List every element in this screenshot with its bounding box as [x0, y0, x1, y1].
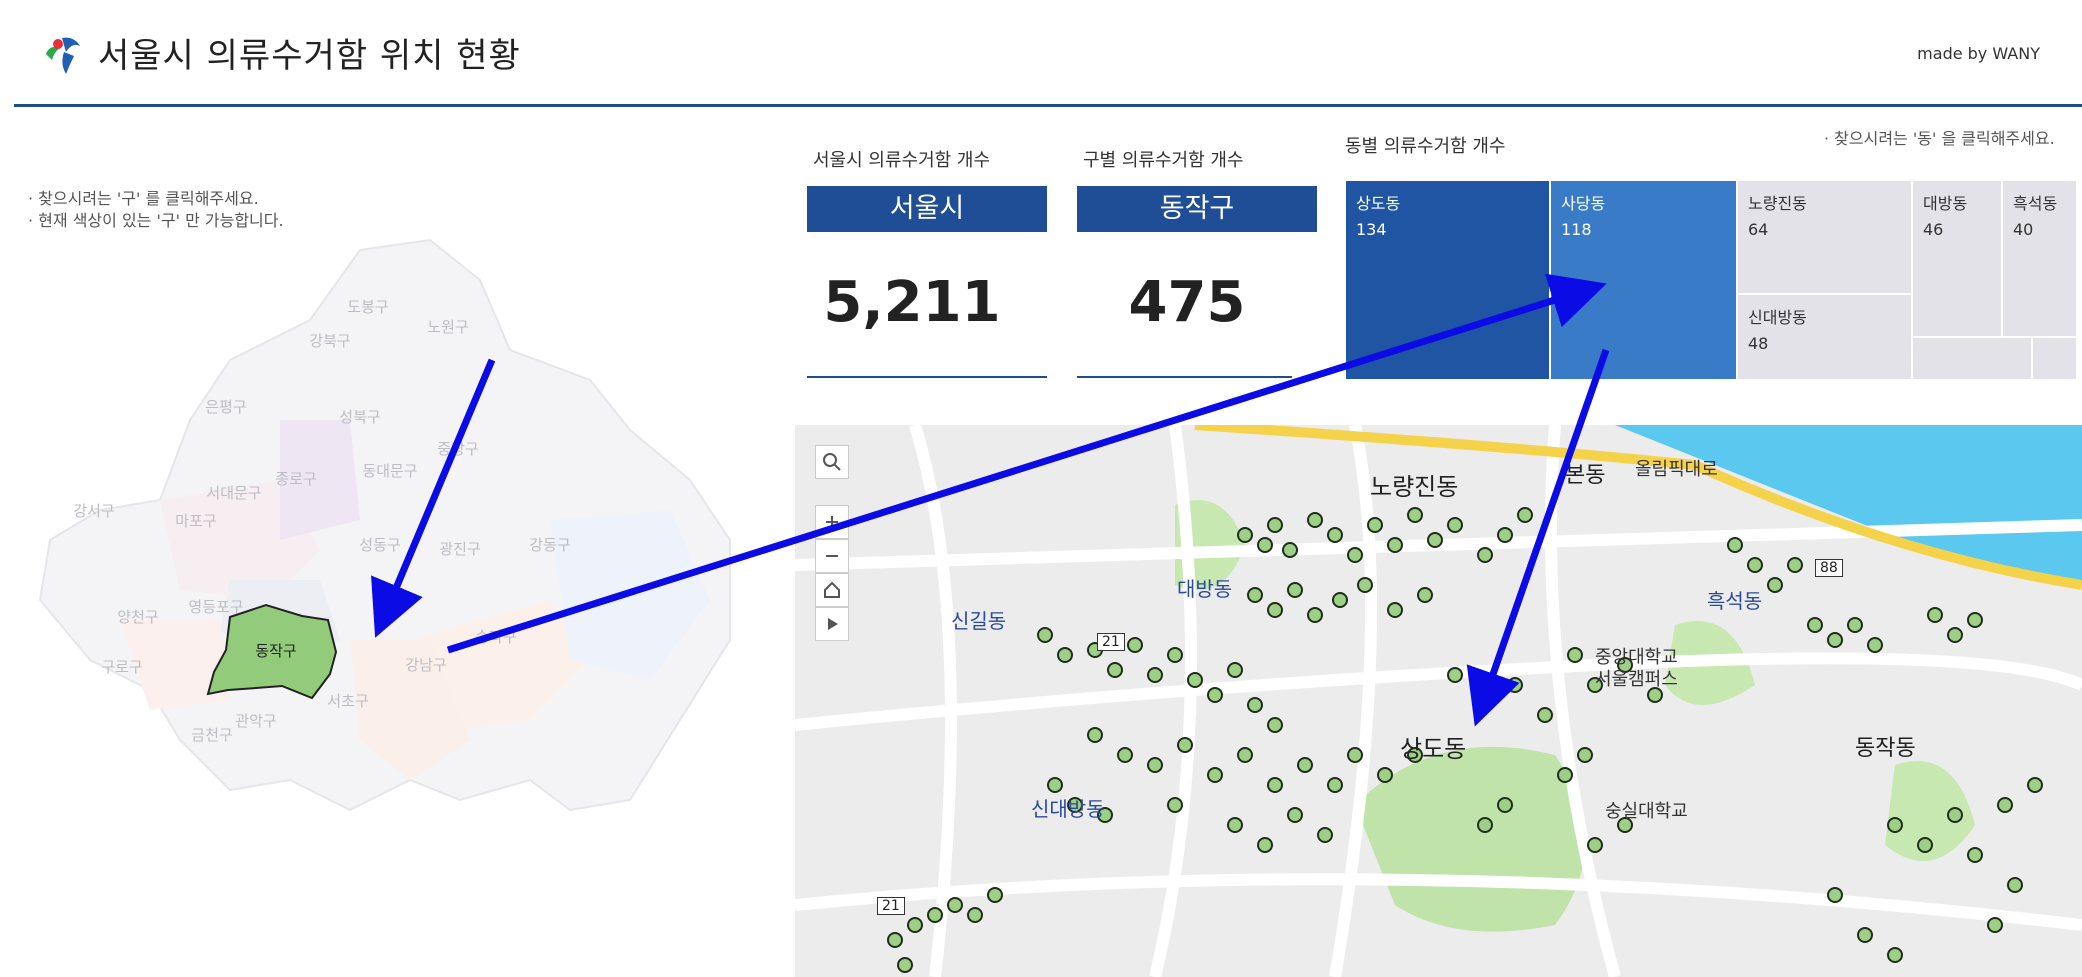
district-count-value: 475 — [1128, 270, 1246, 335]
treemap-cell-value: 118 — [1561, 220, 1592, 239]
treemap-cell-name: 상도동 — [1356, 194, 1401, 213]
treemap-cell-value: 40 — [2013, 220, 2034, 239]
made-by-credit: made by WANY — [1917, 44, 2040, 63]
treemap-cell-small-2[interactable] — [2032, 337, 2077, 380]
map-label-ssu: 숭실대학교 — [1605, 801, 1688, 822]
treemap-cell-name: 대방동 — [1923, 194, 1968, 213]
district-label-guro[interactable]: 구로구 — [101, 658, 142, 676]
zoom-out-icon — [826, 555, 838, 557]
treemap-cell-sangdo[interactable]: 상도동 134 — [1345, 180, 1550, 380]
district-label-dobong[interactable]: 도봉구 — [347, 298, 388, 316]
dong-street-map[interactable]: 노량진동 본동 대방동 흑석동 신길동 상도동 신대방동 동작동 중앙대학교 서… — [795, 425, 2082, 977]
treemap-cell-value: 134 — [1356, 220, 1387, 239]
total-count-value: 5,211 — [823, 270, 1001, 335]
map-label-sindaebang: 신대방동 — [1031, 797, 1105, 821]
total-count-rule — [807, 376, 1047, 378]
treemap-cell-value: 48 — [1748, 334, 1769, 353]
play-icon — [828, 618, 838, 630]
district-label-dongjak[interactable]: 동작구 — [255, 642, 296, 660]
map-label-singil: 신길동 — [951, 609, 1007, 633]
treemap-cell-name: 흑석동 — [2013, 194, 2058, 213]
treemap-cell-value: 46 — [1923, 220, 1944, 239]
map-search-button[interactable] — [815, 445, 849, 479]
map-label-olympic: 올림픽대로 — [1635, 459, 1718, 480]
zoom-in-icon — [826, 516, 838, 528]
home-icon — [824, 581, 840, 598]
dong-treemap[interactable]: 상도동 134 사당동 118 노량진동 64 신대방동 48 대방동 46 흑… — [1345, 180, 2077, 380]
seoul-filter-pill[interactable]: 서울시 — [807, 186, 1047, 232]
district-hint-1: · 찾으시려는 '구' 를 클릭해주세요. — [28, 189, 259, 208]
page-title: 서울시 의류수거함 위치 현황 — [98, 36, 521, 76]
seoul-logo-icon — [40, 30, 88, 78]
treemap-cell-name: 신대방동 — [1748, 308, 1807, 327]
district-label-yangcheon[interactable]: 양천구 — [117, 608, 158, 626]
treemap-cell-sindaebang[interactable]: 신대방동 48 — [1737, 294, 1912, 380]
map-label-daebang: 대방동 — [1177, 577, 1233, 601]
treemap-cell-heukseok[interactable]: 흑석동 40 — [2002, 180, 2077, 337]
map-home-button[interactable] — [815, 573, 849, 607]
district-label-yeongdeungpo[interactable]: 영등포구 — [188, 598, 243, 616]
district-label-geumcheon[interactable]: 금천구 — [191, 726, 232, 744]
treemap-cell-value: 64 — [1748, 220, 1769, 239]
map-label-cau: 중앙대학교 서울캠퍼스 — [1595, 647, 1678, 690]
district-count-rule — [1077, 376, 1292, 378]
treemap-cell-name: 노량진동 — [1748, 194, 1807, 213]
map-road-21b: 21 — [877, 897, 905, 915]
district-filter-pill[interactable]: 동작구 — [1077, 186, 1317, 232]
search-icon — [823, 453, 841, 471]
header-divider — [14, 104, 2082, 107]
treemap-cell-daebang[interactable]: 대방동 46 — [1912, 180, 2002, 337]
district-label-seongdong[interactable]: 성동구 — [359, 536, 400, 554]
district-label-jungnang[interactable]: 중랑구 — [437, 440, 478, 458]
treemap-hint: · 찾으시려는 '동' 을 클릭해주세요. — [1824, 129, 2055, 148]
total-count-label: 서울시 의류수거함 개수 — [813, 150, 991, 171]
district-label-gwangjin[interactable]: 광진구 — [439, 540, 480, 558]
map-label-bondong: 본동 — [1565, 463, 1606, 488]
district-label-gangnam[interactable]: 강남구 — [405, 656, 446, 674]
map-label-dongjak: 동작동 — [1855, 736, 1916, 761]
treemap-cell-name: 사당동 — [1561, 194, 1606, 213]
district-label-seodaemun[interactable]: 서대문구 — [206, 484, 261, 502]
treemap-cell-small-1[interactable] — [1912, 337, 2032, 380]
map-label-sangdo: 상도동 — [1400, 735, 1467, 763]
map-road-88: 88 — [1815, 559, 1843, 577]
treemap-title: 동별 의류수거함 개수 — [1345, 136, 1506, 157]
map-road-21: 21 — [1097, 633, 1125, 651]
district-label-jongno[interactable]: 종로구 — [275, 470, 316, 488]
district-label-seocho[interactable]: 서초구 — [327, 692, 368, 710]
map-label-heukseok: 흑석동 — [1707, 589, 1763, 613]
treemap-cell-noryangjin[interactable]: 노량진동 64 — [1737, 180, 1912, 294]
seoul-district-map[interactable]: 도봉구 노원구 강북구 은평구 성북구 중랑구 종로구 동대문구 서대문구 마포… — [30, 220, 750, 820]
district-label-gangbuk[interactable]: 강북구 — [309, 332, 350, 350]
district-label-dongdaemun[interactable]: 동대문구 — [362, 462, 417, 480]
district-label-gangdong[interactable]: 강동구 — [529, 536, 570, 554]
map-canvas[interactable] — [795, 425, 2082, 977]
district-label-mapo[interactable]: 마포구 — [175, 512, 216, 530]
map-zoom-out-button[interactable] — [815, 539, 849, 573]
district-label-gangseo[interactable]: 강서구 — [73, 502, 114, 520]
map-play-button[interactable] — [815, 607, 849, 641]
district-label-seongbuk[interactable]: 성북구 — [339, 408, 380, 426]
map-label-noryangjin: 노량진동 — [1370, 473, 1459, 501]
district-label-nowon[interactable]: 노원구 — [427, 318, 468, 336]
district-label-eunpyeong[interactable]: 은평구 — [205, 398, 246, 416]
district-label-songpa[interactable]: 송파구 — [475, 628, 516, 646]
treemap-cell-sadang[interactable]: 사당동 118 — [1550, 180, 1737, 380]
district-label-gwanak[interactable]: 관악구 — [235, 712, 276, 730]
map-zoom-in-button[interactable] — [815, 505, 849, 539]
district-count-label: 구별 의류수거함 개수 — [1083, 150, 1244, 171]
